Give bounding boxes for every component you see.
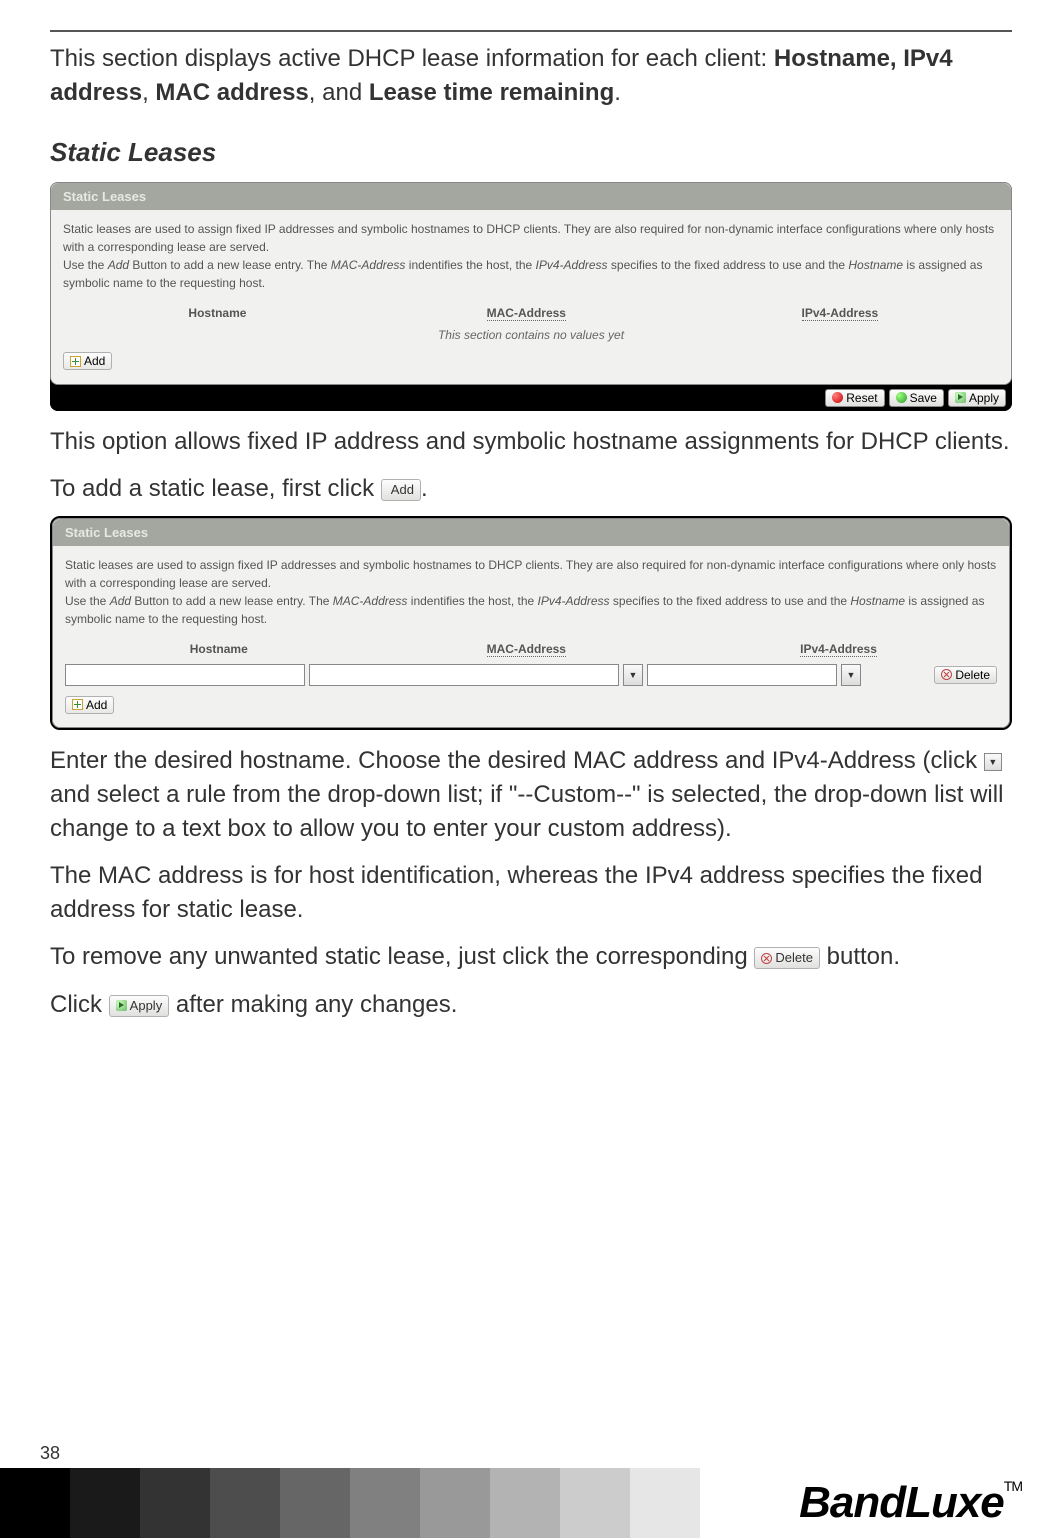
para6a: Click (50, 991, 109, 1018)
static-leases-panel-1: Static Leases Static leases are used to … (50, 182, 1012, 411)
panel2-desc-2d: specifies to the fixed address to use an… (610, 594, 851, 608)
ipv4-dropdown-button[interactable]: ▼ (841, 664, 861, 686)
inline-delete-button[interactable]: Delete (754, 947, 820, 969)
brand-logo: BandLuxeTM (799, 1478, 1022, 1528)
reset-icon (832, 392, 843, 403)
footer-square (350, 1468, 420, 1538)
add-icon (70, 356, 81, 367)
panel2-desc-mac: MAC-Address (333, 594, 408, 608)
intro-end: . (614, 79, 621, 106)
intro-bold-2: MAC address (155, 79, 308, 106)
para5a: To remove any unwanted static lease, jus… (50, 943, 754, 970)
static-leases-panel-2: Static Leases Static leases are used to … (50, 516, 1012, 731)
add-lease-text-a: To add a static lease, first click (50, 475, 381, 502)
footer-square (560, 1468, 630, 1538)
para6b: after making any changes. (176, 991, 458, 1018)
panel2-desc-ipv4: IPv4-Address (538, 594, 610, 608)
apply-icon (955, 392, 966, 403)
panel2-desc-2a: Use the (65, 594, 110, 608)
panel2-delete-button[interactable]: Delete (934, 666, 997, 684)
panel1-footer: Reset Save Apply (50, 385, 1012, 411)
add-lease-instruction: To add a static lease, first click Add. (50, 472, 1012, 506)
para3: Enter the desired hostname. Choose the d… (50, 744, 1012, 845)
panel2-desc-2c: indentifies the host, the (407, 594, 537, 608)
panel2-desc-line1: Static leases are used to assign fixed I… (65, 558, 996, 590)
mac-dropdown-button[interactable]: ▼ (623, 664, 643, 686)
save-icon (896, 392, 907, 403)
apply-button[interactable]: Apply (948, 389, 1006, 407)
intro-sep-2: , and (309, 79, 369, 106)
footer-square (210, 1468, 280, 1538)
panel2-desc-host: Hostname (850, 594, 905, 608)
footer-squares (0, 1468, 700, 1538)
panel2-input-row: ▼ ▼ Delete (65, 664, 997, 686)
section-title-static-leases: Static Leases (50, 137, 1012, 168)
panel2-desc-2b: Button to add a new lease entry. The (131, 594, 333, 608)
inline-apply-button[interactable]: Apply (109, 995, 170, 1017)
panel2-th-ipv4: IPv4-Address (680, 642, 997, 656)
panel2-table-headers: Hostname MAC-Address IPv4-Address (65, 642, 997, 656)
panel1-desc-2b: Button to add a new lease entry. The (129, 258, 331, 272)
intro-sep-1: , (142, 79, 155, 106)
footer-square (280, 1468, 350, 1538)
para3b: and select a rule from the drop-down lis… (50, 781, 1003, 842)
panel2-desc: Static leases are used to assign fixed I… (65, 556, 997, 628)
footer-square (0, 1468, 70, 1538)
mac-address-input[interactable] (309, 664, 619, 686)
panel1-add-label: Add (84, 354, 105, 368)
panel2-desc-add: Add (110, 594, 131, 608)
panel1-desc-line1: Static leases are used to assign fixed I… (63, 222, 994, 254)
delete-icon (761, 953, 772, 964)
inline-dropdown-icon[interactable]: ▼ (984, 753, 1002, 771)
para4: The MAC address is for host identificati… (50, 859, 1012, 926)
para6: Click Apply after making any changes. (50, 988, 1012, 1022)
panel1-desc-ipv4: IPv4-Address (536, 258, 608, 272)
panel2-add-button[interactable]: Add (65, 696, 114, 714)
panel2-add-label: Add (86, 698, 107, 712)
panel1-th-mac: MAC-Address (372, 306, 681, 320)
para5b: button. (827, 943, 900, 970)
panel1-desc-host: Hostname (848, 258, 903, 272)
save-button[interactable]: Save (889, 389, 944, 407)
footer-square (490, 1468, 560, 1538)
hostname-input[interactable] (65, 664, 305, 686)
intro-text-1: This section displays active DHCP lease … (50, 45, 774, 72)
apply-icon (116, 1000, 127, 1011)
panel1-header: Static Leases (51, 183, 1011, 210)
ipv4-address-input[interactable] (647, 664, 837, 686)
add-icon (72, 699, 83, 710)
desc-after-panel1: This option allows fixed IP address and … (50, 425, 1012, 459)
footer-square (420, 1468, 490, 1538)
panel1-desc-2c: indentifies the host, the (405, 258, 535, 272)
intro-bold-3: Lease time remaining (369, 79, 614, 106)
panel1-no-values: This section contains no values yet (63, 328, 999, 342)
panel1-desc-mac: MAC-Address (331, 258, 406, 272)
panel2-th-mac: MAC-Address (373, 642, 681, 656)
panel1-table-headers: Hostname MAC-Address IPv4-Address (63, 306, 999, 320)
delete-icon (941, 669, 952, 680)
panel1-desc-add: Add (108, 258, 129, 272)
intro-paragraph: This section displays active DHCP lease … (50, 42, 1012, 109)
footer-square (140, 1468, 210, 1538)
panel1-th-ipv4: IPv4-Address (681, 306, 999, 320)
panel1-desc: Static leases are used to assign fixed I… (63, 220, 999, 292)
panel1-add-button[interactable]: Add (63, 352, 112, 370)
panel2-th-hostname: Hostname (65, 642, 373, 656)
panel1-desc-2a: Use the (63, 258, 108, 272)
panel1-th-hostname: Hostname (63, 306, 372, 320)
panel1-desc-2d: specifies to the fixed address to use an… (608, 258, 849, 272)
footer-square (70, 1468, 140, 1538)
reset-button[interactable]: Reset (825, 389, 884, 407)
para3a: Enter the desired hostname. Choose the d… (50, 747, 984, 774)
inline-add-button[interactable]: Add (381, 479, 421, 501)
add-lease-text-b: . (421, 475, 428, 502)
footer-bar: BandLuxeTM (0, 1468, 1062, 1538)
panel2-header: Static Leases (53, 519, 1009, 546)
divider-top (50, 30, 1012, 32)
page-number: 38 (40, 1443, 60, 1464)
para5: To remove any unwanted static lease, jus… (50, 940, 1012, 974)
footer-square (630, 1468, 700, 1538)
